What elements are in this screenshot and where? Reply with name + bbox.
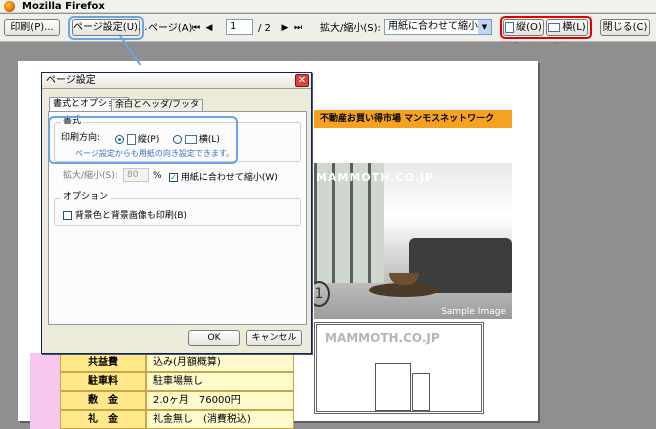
floor-watermark: MAMMOTH.CO.JP [325,331,440,345]
shrink-checkbox[interactable]: ✓ [169,173,178,182]
tab-margins-header-footer[interactable]: 余白とヘッダ/フッタ [111,99,204,111]
dialog-title-text: ページ設定 [46,75,96,86]
site-banner: 不動産お買い得市場 マンモスネットワーク [314,110,512,128]
close-icon[interactable]: ✕ [295,74,309,87]
window-title: Mozilla Firefox [22,1,105,12]
prev-page-icon[interactable]: ◀ [204,22,214,34]
page-setup-highlight [68,16,144,40]
room-photo: MAMMOTH.CO.JP 1 Sample Image [314,163,512,319]
options-group-label: オプション [61,192,111,203]
orientation-highlight-blue [48,116,238,164]
background-checkbox[interactable] [63,211,72,220]
shrink-to-fit-option[interactable]: ✓ 用紙に合わせて縮小(W) [169,170,278,183]
photo-number: 1 [314,281,330,307]
page-total: / 2 [258,23,271,34]
next-page-icon[interactable]: ▶ [280,22,290,34]
scale-value: 用紙に合わせて縮小 [388,21,478,32]
table-row: 敷 金 2.0ヶ月 76000円 [30,391,294,410]
page-setup-dialog: ページ設定 ✕ 書式とオプション 余白とヘッダ/フッタ 書式 印刷方向: 縦(P… [41,72,312,354]
floor-plan: MAMMOTH.CO.JP [314,322,484,414]
percent-label: % [153,171,162,181]
scale-label: 拡大/縮小(S): [320,23,381,34]
table-row: 礼 金礼金無し (消費税込) [30,410,294,429]
photo-watermark: MAMMOTH.CO.JP [316,171,435,184]
orientation-highlight [500,16,592,39]
firefox-icon [4,1,15,12]
property-table: 共益費 込み(月額概算) 駐車料 駐車場無し 敷 金 2.0ヶ月 76000円 礼 金… [30,353,294,429]
dialog-title: ページ設定 ✕ [42,73,311,89]
print-button[interactable]: 印刷(P)... [4,19,60,36]
cancel-button[interactable]: キャンセル [246,330,302,346]
sample-image-label: Sample Image [441,307,506,317]
print-background-option[interactable]: 背景色と背景画像も印刷(B) [63,208,187,221]
ok-button[interactable]: OK [188,330,240,346]
last-page-icon[interactable]: ⏭ [293,22,303,34]
scale-label: 拡大/縮小(S): [63,171,118,181]
first-page-icon[interactable]: ⏮ [191,22,201,34]
title-bar: Mozilla Firefox [0,0,656,13]
scale-select[interactable]: 用紙に合わせて縮小 ▼ [384,19,492,35]
scale-input[interactable]: 80 [123,168,149,182]
table-row: 駐車料 駐車場無し [30,372,294,391]
table-row: 共益費 込み(月額概算) [30,353,294,372]
chevron-down-icon[interactable]: ▼ [478,20,491,34]
close-button[interactable]: 閉じる(C) [600,19,650,36]
page-number-input[interactable]: 1 [226,19,253,35]
page-label: ページ(A): [148,23,196,34]
